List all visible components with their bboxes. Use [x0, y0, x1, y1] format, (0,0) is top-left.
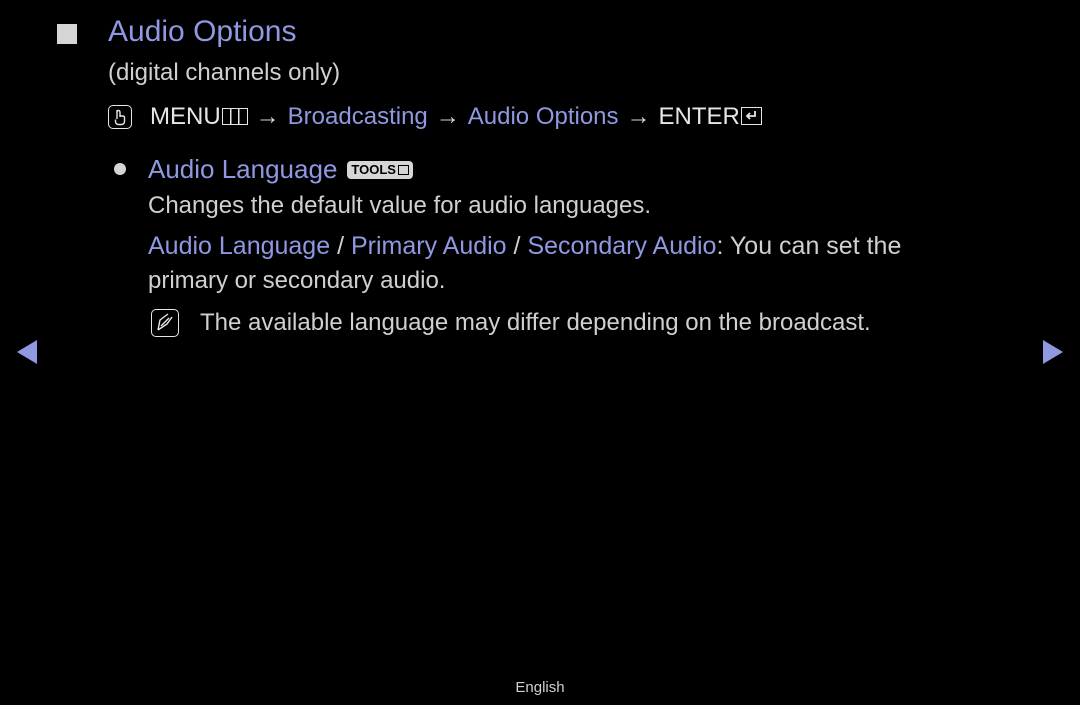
page-subtitle: (digital channels only) — [108, 59, 341, 86]
section-square-marker — [57, 24, 77, 44]
previous-page-arrow-icon[interactable] — [17, 340, 37, 364]
options-line-2: primary or secondary audio. — [148, 267, 446, 294]
next-page-arrow-icon[interactable] — [1043, 340, 1063, 364]
menu-icon — [221, 107, 248, 125]
note: The available language may differ depend… — [151, 309, 871, 337]
hand-pointer-icon — [108, 105, 132, 129]
section-description: Changes the default value for audio lang… — [148, 192, 652, 219]
tools-label: TOOLS — [351, 162, 396, 177]
option-separator: / — [330, 232, 351, 260]
section-heading: Audio Language TOOLS — [148, 154, 413, 185]
path-arrow: → — [626, 103, 651, 130]
bullet-icon — [114, 163, 126, 175]
page-title: Audio Options — [108, 15, 297, 48]
path-arrow: → — [255, 103, 280, 130]
option-audio-language: Audio Language — [148, 232, 331, 260]
path-step-broadcasting[interactable]: Broadcasting — [288, 103, 428, 131]
menu-path: MENU → Broadcasting → Audio Options → EN… — [108, 103, 762, 131]
tools-icon — [397, 164, 409, 175]
menu-label: MENU — [150, 103, 221, 130]
enter-icon — [740, 107, 762, 125]
option-secondary-audio: Secondary Audio — [527, 232, 717, 260]
note-icon — [151, 309, 179, 337]
note-text: The available language may differ depend… — [200, 309, 871, 336]
options-line: Audio Language / Primary Audio / Seconda… — [148, 232, 901, 261]
path-arrow: → — [435, 103, 460, 130]
footer-language: English — [515, 679, 565, 696]
section-heading-text: Audio Language — [148, 154, 338, 184]
options-suffix: : You can set the — [716, 232, 902, 260]
option-separator: / — [506, 232, 528, 260]
path-step-audio-options[interactable]: Audio Options — [468, 103, 619, 131]
enter-label: ENTER — [658, 103, 740, 130]
tools-badge: TOOLS — [347, 160, 413, 179]
option-primary-audio: Primary Audio — [350, 232, 507, 260]
